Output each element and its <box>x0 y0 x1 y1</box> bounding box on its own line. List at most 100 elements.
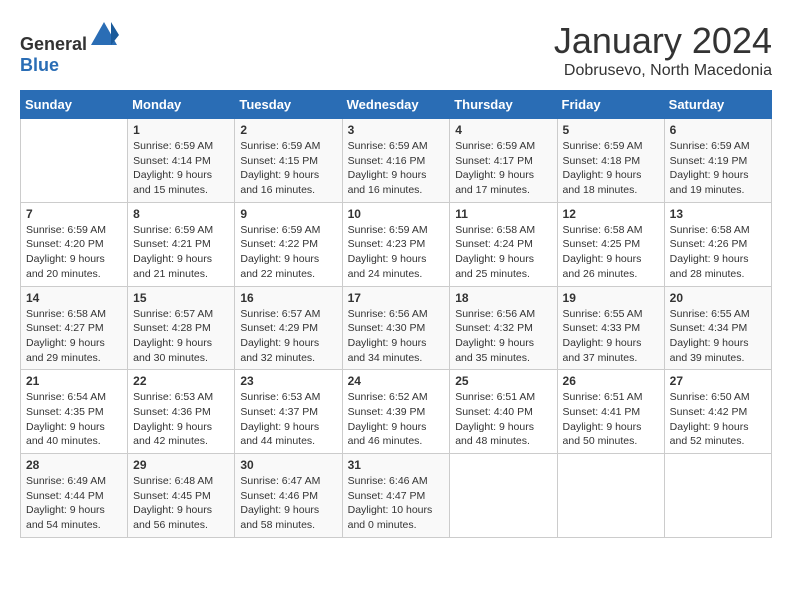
day-number: 12 <box>563 207 659 221</box>
day-cell <box>557 454 664 538</box>
day-cell: 1Sunrise: 6:59 AMSunset: 4:14 PMDaylight… <box>128 119 235 203</box>
subtitle: Dobrusevo, North Macedonia <box>554 62 772 80</box>
day-cell: 18 Sunrise: 6:56 AMSunset: 4:32 PMDayligh… <box>450 286 557 370</box>
day-number: 24 <box>348 374 445 388</box>
day-info: Sunrise: 6:59 AMSunset: 4:19 PMDaylight:… <box>670 139 766 198</box>
day-number: 21 <box>26 374 122 388</box>
day-info: Sunrise: 6:51 AMSunset: 4:41 PMDaylight:… <box>563 390 659 449</box>
day-info: Sunrise: 6:56 AMSunset: 4:30 PMDaylight:… <box>348 307 445 366</box>
logo-blue: Blue <box>20 55 59 75</box>
day-cell: 5 Sunrise: 6:59 AMSunset: 4:18 PMDaylight… <box>557 119 664 203</box>
logo-icon <box>89 20 119 50</box>
day-number: 3 <box>348 123 445 137</box>
day-cell: 22 Sunrise: 6:53 AMSunset: 4:36 PMDayligh… <box>128 370 235 454</box>
day-cell: 31Sunrise: 6:46 AMSunset: 4:47 PMDayligh… <box>342 454 450 538</box>
day-number: 23 <box>240 374 336 388</box>
day-cell: 2 Sunrise: 6:59 AMSunset: 4:15 PMDaylight… <box>235 119 342 203</box>
day-cell: 8 Sunrise: 6:59 AMSunset: 4:21 PMDaylight… <box>128 202 235 286</box>
day-number: 20 <box>670 291 766 305</box>
day-info: Sunrise: 6:59 AMSunset: 4:15 PMDaylight:… <box>240 139 336 198</box>
day-info: Sunrise: 6:52 AMSunset: 4:39 PMDaylight:… <box>348 390 445 449</box>
month-title: January 2024 <box>554 20 772 62</box>
week-row-2: 7Sunrise: 6:59 AMSunset: 4:20 PMDaylight… <box>21 202 772 286</box>
calendar-table: SundayMondayTuesdayWednesdayThursdayFrid… <box>20 90 772 538</box>
day-info: Sunrise: 6:57 AMSunset: 4:29 PMDaylight:… <box>240 307 336 366</box>
day-cell: 27Sunrise: 6:50 AMSunset: 4:42 PMDayligh… <box>664 370 771 454</box>
col-header-monday: Monday <box>128 91 235 119</box>
day-cell: 17Sunrise: 6:56 AMSunset: 4:30 PMDayligh… <box>342 286 450 370</box>
day-number: 8 <box>133 207 229 221</box>
day-number: 31 <box>348 458 445 472</box>
day-number: 25 <box>455 374 551 388</box>
day-cell: 16 Sunrise: 6:57 AMSunset: 4:29 PMDayligh… <box>235 286 342 370</box>
week-row-4: 21 Sunrise: 6:54 AMSunset: 4:35 PMDayligh… <box>21 370 772 454</box>
day-info: Sunrise: 6:49 AMSunset: 4:44 PMDaylight:… <box>26 474 122 533</box>
day-number: 15 <box>133 291 229 305</box>
day-cell: 12 Sunrise: 6:58 AMSunset: 4:25 PMDayligh… <box>557 202 664 286</box>
day-info: Sunrise: 6:59 AMSunset: 4:14 PMDaylight:… <box>133 139 229 198</box>
week-row-1: 1Sunrise: 6:59 AMSunset: 4:14 PMDaylight… <box>21 119 772 203</box>
day-number: 2 <box>240 123 336 137</box>
col-header-sunday: Sunday <box>21 91 128 119</box>
day-number: 10 <box>348 207 445 221</box>
day-info: Sunrise: 6:59 AMSunset: 4:18 PMDaylight:… <box>563 139 659 198</box>
day-cell: 4 Sunrise: 6:59 AMSunset: 4:17 PMDaylight… <box>450 119 557 203</box>
day-info: Sunrise: 6:50 AMSunset: 4:42 PMDaylight:… <box>670 390 766 449</box>
day-number: 26 <box>563 374 659 388</box>
day-number: 29 <box>133 458 229 472</box>
day-info: Sunrise: 6:59 AMSunset: 4:22 PMDaylight:… <box>240 223 336 282</box>
header-row: SundayMondayTuesdayWednesdayThursdayFrid… <box>21 91 772 119</box>
day-cell: 30Sunrise: 6:47 AMSunset: 4:46 PMDayligh… <box>235 454 342 538</box>
day-number: 11 <box>455 207 551 221</box>
day-info: Sunrise: 6:59 AMSunset: 4:21 PMDaylight:… <box>133 223 229 282</box>
day-info: Sunrise: 6:51 AMSunset: 4:40 PMDaylight:… <box>455 390 551 449</box>
day-cell: 28 Sunrise: 6:49 AMSunset: 4:44 PMDayligh… <box>21 454 128 538</box>
day-cell: 11Sunrise: 6:58 AMSunset: 4:24 PMDayligh… <box>450 202 557 286</box>
col-header-tuesday: Tuesday <box>235 91 342 119</box>
day-info: Sunrise: 6:59 AMSunset: 4:23 PMDaylight:… <box>348 223 445 282</box>
day-info: Sunrise: 6:58 AMSunset: 4:25 PMDaylight:… <box>563 223 659 282</box>
logo: General Blue <box>20 20 119 76</box>
day-number: 19 <box>563 291 659 305</box>
col-header-saturday: Saturday <box>664 91 771 119</box>
day-cell: 13Sunrise: 6:58 AMSunset: 4:26 PMDayligh… <box>664 202 771 286</box>
day-number: 7 <box>26 207 122 221</box>
day-cell: 24 Sunrise: 6:52 AMSunset: 4:39 PMDayligh… <box>342 370 450 454</box>
day-number: 16 <box>240 291 336 305</box>
day-number: 4 <box>455 123 551 137</box>
day-cell: 19 Sunrise: 6:55 AMSunset: 4:33 PMDayligh… <box>557 286 664 370</box>
col-header-wednesday: Wednesday <box>342 91 450 119</box>
day-number: 30 <box>240 458 336 472</box>
day-cell: 29 Sunrise: 6:48 AMSunset: 4:45 PMDayligh… <box>128 454 235 538</box>
day-info: Sunrise: 6:59 AMSunset: 4:17 PMDaylight:… <box>455 139 551 198</box>
day-info: Sunrise: 6:56 AMSunset: 4:32 PMDaylight:… <box>455 307 551 366</box>
day-number: 5 <box>563 123 659 137</box>
week-row-3: 14Sunrise: 6:58 AMSunset: 4:27 PMDayligh… <box>21 286 772 370</box>
day-info: Sunrise: 6:54 AMSunset: 4:35 PMDaylight:… <box>26 390 122 449</box>
day-info: Sunrise: 6:57 AMSunset: 4:28 PMDaylight:… <box>133 307 229 366</box>
day-cell: 23 Sunrise: 6:53 AMSunset: 4:37 PMDayligh… <box>235 370 342 454</box>
day-cell: 15 Sunrise: 6:57 AMSunset: 4:28 PMDayligh… <box>128 286 235 370</box>
day-cell <box>450 454 557 538</box>
day-cell: 7Sunrise: 6:59 AMSunset: 4:20 PMDaylight… <box>21 202 128 286</box>
day-info: Sunrise: 6:53 AMSunset: 4:37 PMDaylight:… <box>240 390 336 449</box>
day-info: Sunrise: 6:55 AMSunset: 4:33 PMDaylight:… <box>563 307 659 366</box>
day-number: 18 <box>455 291 551 305</box>
day-cell <box>664 454 771 538</box>
day-cell: 10 Sunrise: 6:59 AMSunset: 4:23 PMDayligh… <box>342 202 450 286</box>
day-cell: 20Sunrise: 6:55 AMSunset: 4:34 PMDayligh… <box>664 286 771 370</box>
day-number: 28 <box>26 458 122 472</box>
day-cell: 25 Sunrise: 6:51 AMSunset: 4:40 PMDayligh… <box>450 370 557 454</box>
week-row-5: 28 Sunrise: 6:49 AMSunset: 4:44 PMDayligh… <box>21 454 772 538</box>
col-header-thursday: Thursday <box>450 91 557 119</box>
day-number: 14 <box>26 291 122 305</box>
day-number: 22 <box>133 374 229 388</box>
day-cell: 6Sunrise: 6:59 AMSunset: 4:19 PMDaylight… <box>664 119 771 203</box>
day-info: Sunrise: 6:53 AMSunset: 4:36 PMDaylight:… <box>133 390 229 449</box>
day-number: 13 <box>670 207 766 221</box>
day-info: Sunrise: 6:59 AMSunset: 4:16 PMDaylight:… <box>348 139 445 198</box>
day-info: Sunrise: 6:48 AMSunset: 4:45 PMDaylight:… <box>133 474 229 533</box>
day-cell: 21 Sunrise: 6:54 AMSunset: 4:35 PMDayligh… <box>21 370 128 454</box>
logo-general: General <box>20 34 87 54</box>
day-cell: 3 Sunrise: 6:59 AMSunset: 4:16 PMDaylight… <box>342 119 450 203</box>
